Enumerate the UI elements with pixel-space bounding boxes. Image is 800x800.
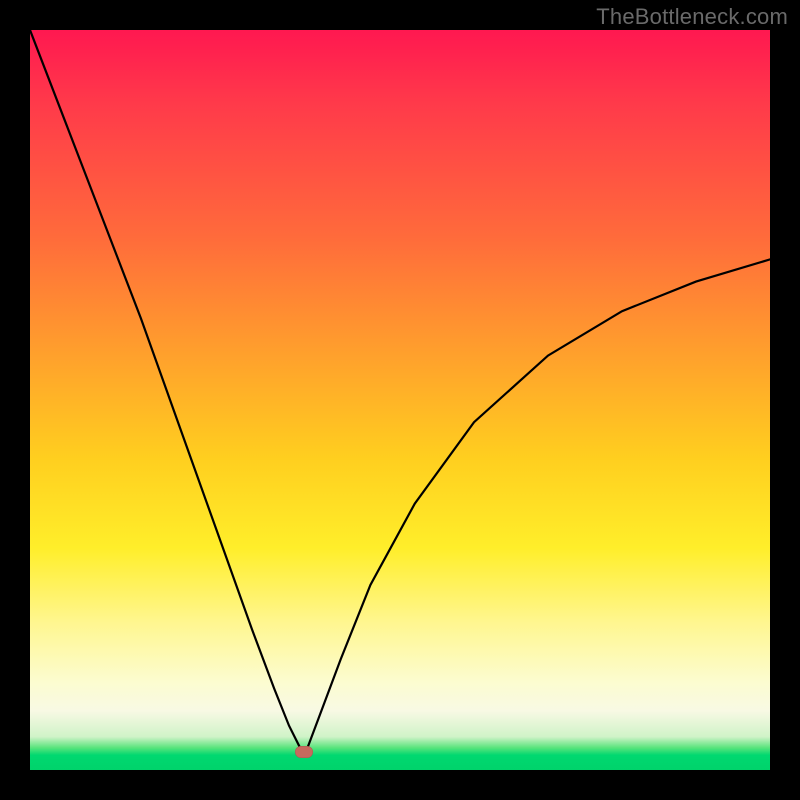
bottleneck-curve-path <box>30 30 770 752</box>
watermark-text: TheBottleneck.com <box>596 4 788 30</box>
plot-area <box>30 30 770 770</box>
chart-frame: TheBottleneck.com <box>0 0 800 800</box>
bottleneck-curve <box>30 30 770 770</box>
optimal-point-marker <box>295 746 313 758</box>
